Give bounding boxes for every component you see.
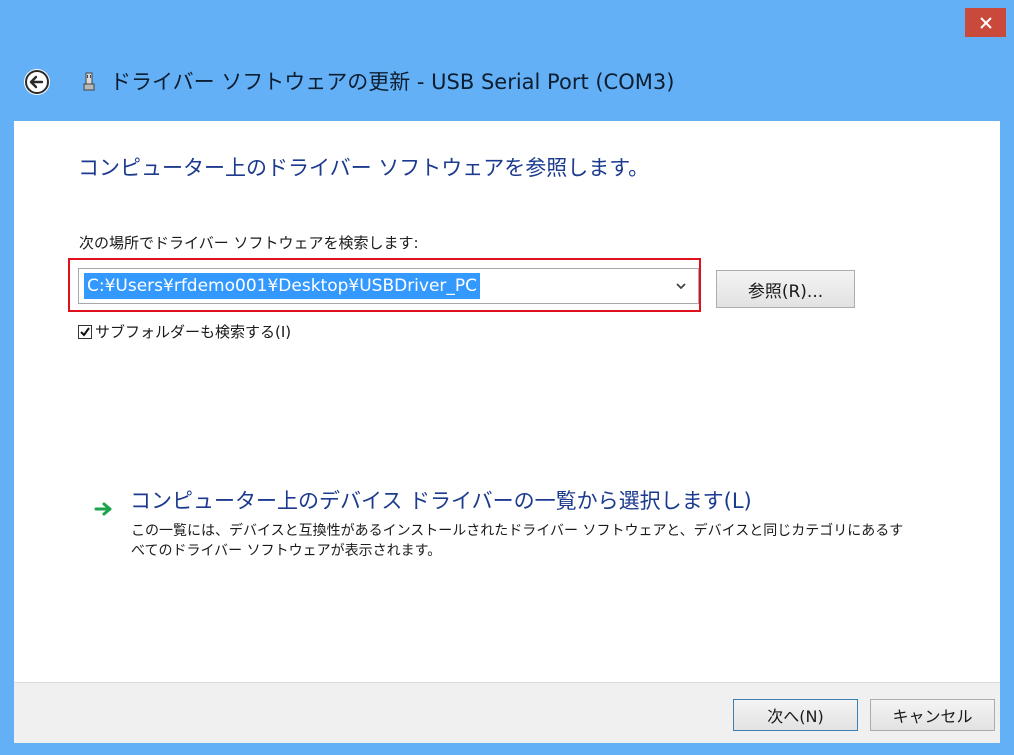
dialog-content (14, 121, 1000, 682)
checkmark-icon (80, 327, 90, 337)
next-button[interactable]: 次へ(N) (733, 699, 858, 731)
path-value[interactable]: C:¥Users¥rfdemo001¥Desktop¥USBDriver_PC (84, 273, 481, 299)
window-title: ドライバー ソフトウェアの更新 - USB Serial Port (COM3) (110, 70, 675, 94)
include-subfolders-label[interactable]: サブフォルダーも検索する(I) (95, 322, 291, 342)
back-arrow-icon (25, 70, 49, 94)
close-button[interactable] (965, 8, 1006, 37)
search-location-label: 次の場所でドライバー ソフトウェアを検索します: (79, 234, 419, 252)
cancel-button[interactable]: キャンセル (870, 699, 995, 731)
include-subfolders-checkbox[interactable] (78, 325, 92, 339)
window-frame-right (1000, 0, 1014, 755)
window-frame-bottom (0, 743, 1014, 755)
window-frame-left (0, 0, 14, 755)
usb-device-icon (83, 72, 95, 91)
window-frame (0, 0, 1014, 121)
green-arrow-icon[interactable] (93, 500, 115, 518)
chevron-down-icon[interactable] (672, 277, 690, 295)
close-icon (979, 16, 992, 29)
back-button[interactable] (24, 69, 50, 95)
page-heading: コンピューター上のドライバー ソフトウェアを参照します。 (78, 156, 650, 180)
pick-from-list-description: この一覧には、デバイスと互換性があるインストールされたドライバー ソフトウェアと… (131, 523, 904, 559)
browse-button[interactable]: 参照(R)... (716, 270, 855, 308)
pick-from-list-link[interactable]: コンピューター上のデバイス ドライバーの一覧から選択します(L) (130, 487, 752, 515)
path-combobox[interactable]: C:¥Users¥rfdemo001¥Desktop¥USBDriver_PC (78, 268, 699, 304)
